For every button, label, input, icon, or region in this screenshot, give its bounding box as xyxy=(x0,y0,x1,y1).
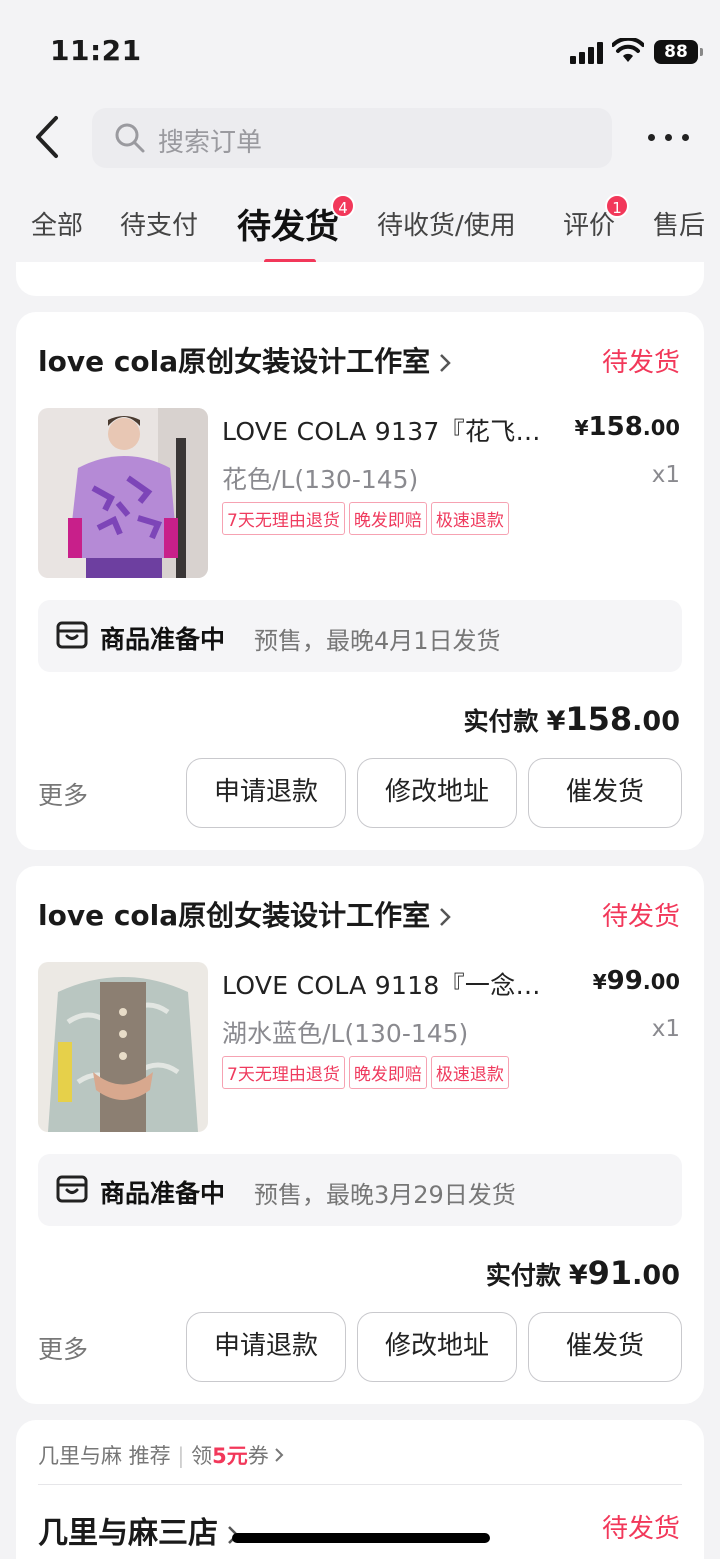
home-indicator[interactable] xyxy=(232,1533,490,1543)
product-title[interactable]: LOVE COLA 9118『一念之间』 xyxy=(222,966,542,1002)
shop-name[interactable]: love cola原创女装设计工作室 xyxy=(38,894,452,934)
service-tags: 7天无理由退货 晚发即赔 极速退款 xyxy=(222,1056,509,1089)
paid-integer: 91 xyxy=(587,1254,633,1292)
paid-label: 实付款 xyxy=(485,1261,561,1290)
recommend-source: 几里与麻 推荐 xyxy=(38,1444,171,1468)
currency-symbol: ¥ xyxy=(574,416,589,440)
service-tag: 晚发即赔 xyxy=(348,502,427,535)
tab-pending-receipt[interactable]: 待收货/使用 xyxy=(377,205,516,242)
tab-after-sales[interactable]: 售后 xyxy=(653,205,705,242)
tab-badge: 1 xyxy=(605,194,629,218)
change-address-button[interactable]: 修改地址 xyxy=(357,1312,517,1382)
shop-name-label: love cola原创女装设计工作室 xyxy=(38,345,431,378)
paid-amount: ¥158.00 xyxy=(547,700,680,738)
price-integer: 99 xyxy=(606,966,643,996)
header: 搜索订单 xyxy=(0,100,720,180)
order-status: 待发货 xyxy=(601,348,680,378)
product-quantity: x1 xyxy=(651,462,680,488)
currency-symbol: ¥ xyxy=(568,1260,588,1291)
chevron-right-icon xyxy=(440,908,451,926)
more-link[interactable]: 更多 xyxy=(38,1330,88,1366)
currency-symbol: ¥ xyxy=(546,706,566,737)
more-options-icon[interactable] xyxy=(640,120,696,154)
service-tag: 7天无理由退货 xyxy=(222,502,345,535)
service-tag: 极速退款 xyxy=(430,1056,509,1089)
chevron-right-icon xyxy=(275,1448,284,1462)
cellular-signal-icon xyxy=(570,42,604,64)
status-time: 11:21 xyxy=(50,34,142,67)
tab-pending-shipment[interactable]: 待发货 xyxy=(237,199,339,248)
tab-all[interactable]: 全部 xyxy=(31,205,83,242)
order-status: 待发货 xyxy=(601,902,680,932)
status-bar: 11:21 88 xyxy=(0,0,720,100)
product-variant: 湖水蓝色/L(130-145) xyxy=(222,1019,469,1048)
price-decimal: .00 xyxy=(642,416,680,440)
preparation-status-bar[interactable]: 商品准备中 预售，最晚3月29日发货 xyxy=(38,1154,682,1226)
paid-amount-row: 实付款 ¥158.00 xyxy=(464,700,680,738)
shop-name[interactable]: 几里与麻三店 xyxy=(38,1508,240,1552)
preparation-detail: 预售，最晚3月29日发货 xyxy=(254,1181,516,1209)
search-input[interactable]: 搜索订单 xyxy=(92,108,612,168)
paid-integer: 158 xyxy=(565,700,633,738)
shop-name-label: 几里与麻三店 xyxy=(38,1516,218,1551)
search-icon xyxy=(115,123,145,153)
shop-name[interactable]: love cola原创女装设计工作室 xyxy=(38,340,452,380)
tab-pending-payment[interactable]: 待支付 xyxy=(120,205,198,242)
divider xyxy=(38,1484,682,1485)
paid-decimal: .00 xyxy=(632,1260,680,1291)
product-quantity: x1 xyxy=(651,1016,680,1042)
request-refund-button[interactable]: 申请退款 xyxy=(186,1312,346,1382)
price-decimal: .00 xyxy=(642,970,680,994)
coupon-suffix: 券 xyxy=(247,1444,269,1468)
chevron-right-icon xyxy=(440,354,451,372)
service-tags: 7天无理由退货 晚发即赔 极速退款 xyxy=(222,502,509,535)
product-price: ¥99.00 xyxy=(593,966,680,996)
preparation-status-bar[interactable]: 商品准备中 预售，最晚4月1日发货 xyxy=(38,600,682,672)
preparation-detail: 预售，最晚4月1日发货 xyxy=(254,627,501,655)
urge-shipment-button[interactable]: 催发货 xyxy=(528,1312,682,1382)
recommend-line[interactable]: 几里与麻 推荐 | 领5元券 xyxy=(38,1440,285,1470)
price-integer: 158 xyxy=(588,412,643,442)
package-icon xyxy=(56,621,88,649)
service-tag: 7天无理由退货 xyxy=(222,1056,345,1089)
preparation-title: 商品准备中 xyxy=(100,1179,226,1208)
order-status: 待发货 xyxy=(601,1514,680,1544)
more-link[interactable]: 更多 xyxy=(38,776,88,812)
paid-amount-row: 实付款 ¥91.00 xyxy=(486,1254,680,1292)
battery-icon: 88 xyxy=(654,40,703,64)
product-price: ¥158.00 xyxy=(575,412,680,442)
product-image[interactable] xyxy=(38,962,208,1132)
back-icon[interactable] xyxy=(26,112,72,162)
paid-label: 实付款 xyxy=(463,707,539,736)
paid-decimal: .00 xyxy=(632,706,680,737)
currency-symbol: ¥ xyxy=(592,970,607,994)
search-placeholder: 搜索订单 xyxy=(158,128,263,158)
paid-amount: ¥91.00 xyxy=(569,1254,680,1292)
order-tabs: 全部 待支付 待发货 4 待收货/使用 评价 1 售后 xyxy=(0,185,720,265)
product-title[interactable]: LOVE COLA 9137『花飞蝶舞』 xyxy=(222,412,542,448)
preparation-title: 商品准备中 xyxy=(100,625,226,654)
shop-name-label: love cola原创女装设计工作室 xyxy=(38,899,431,932)
package-icon xyxy=(56,1175,88,1203)
urge-shipment-button[interactable]: 催发货 xyxy=(528,758,682,828)
service-tag: 晚发即赔 xyxy=(348,1056,427,1089)
product-image[interactable] xyxy=(38,408,208,578)
service-tag: 极速退款 xyxy=(430,502,509,535)
coupon-prefix: 领 xyxy=(191,1444,213,1468)
coupon-amount: 5元 xyxy=(212,1444,248,1468)
order-card: love cola原创女装设计工作室 待发货 LOVE COLA 9137『花飞… xyxy=(16,312,704,850)
request-refund-button[interactable]: 申请退款 xyxy=(186,758,346,828)
tab-badge: 4 xyxy=(331,194,355,218)
product-variant: 花色/L(130-145) xyxy=(222,465,419,494)
change-address-button[interactable]: 修改地址 xyxy=(357,758,517,828)
order-card: love cola原创女装设计工作室 待发货 LOVE COLA 9118『一念… xyxy=(16,866,704,1404)
previous-order-card xyxy=(16,262,704,296)
wifi-icon xyxy=(612,38,644,62)
